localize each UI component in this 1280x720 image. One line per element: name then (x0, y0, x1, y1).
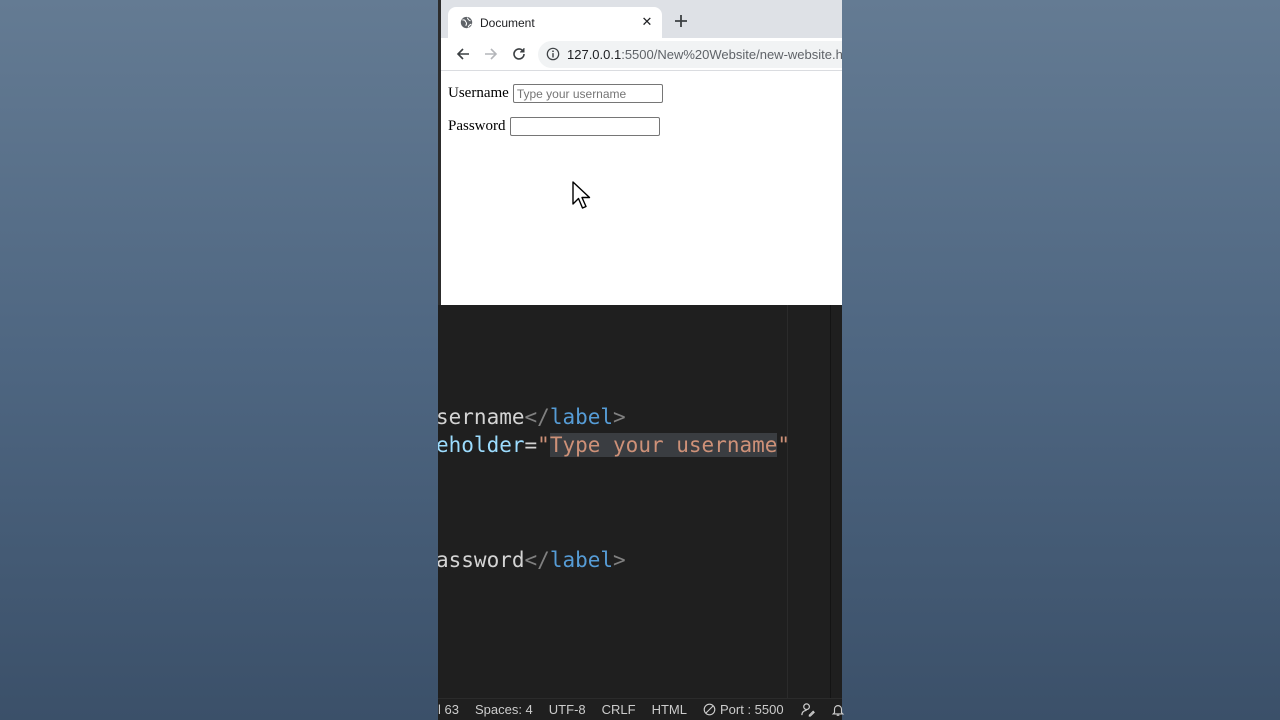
page-content: Username Password (441, 72, 842, 305)
code-punc: </ (524, 548, 550, 572)
url-text: 127.0.0.1:5500/New%20Website/new-website… (567, 47, 842, 62)
username-row: Username (448, 84, 663, 103)
globe-icon (460, 16, 473, 32)
minimap-divider (787, 305, 788, 698)
code-tag: label (549, 548, 614, 572)
left-background (0, 0, 438, 720)
reload-icon[interactable] (511, 46, 527, 62)
code-quote: " (537, 433, 550, 457)
tab-document[interactable]: Document ✕ (448, 7, 662, 38)
code-punc: </ (524, 405, 550, 429)
status-bar: l 63 Spaces: 4 UTF-8 CRLF HTML Port : 55… (438, 698, 844, 720)
code-string-selected: Type your username (549, 433, 778, 457)
forward-arrow-icon[interactable] (483, 46, 499, 62)
tab-strip: Document ✕ (441, 0, 842, 38)
password-row: Password (448, 117, 660, 136)
new-tab-icon[interactable] (672, 12, 690, 30)
url-path: :5500/New%20Website/new-website.html (621, 47, 842, 62)
feedback-icon[interactable] (792, 702, 823, 717)
status-port[interactable]: Port : 5500 (695, 702, 792, 717)
close-tab-icon[interactable]: ✕ (638, 13, 656, 31)
status-spaces[interactable]: Spaces: 4 (467, 702, 541, 717)
bell-icon[interactable] (823, 703, 853, 717)
code-attr: eholder (438, 433, 525, 457)
tab-title: Document (480, 16, 535, 30)
code-punc: > (613, 405, 626, 429)
code-tag: label (549, 405, 614, 429)
status-encoding[interactable]: UTF-8 (541, 702, 594, 717)
password-label: Password (448, 118, 506, 134)
username-input[interactable] (512, 84, 663, 103)
status-language[interactable]: HTML (644, 702, 695, 717)
scrollbar-divider (830, 305, 831, 698)
right-background (842, 0, 1280, 720)
address-bar[interactable]: 127.0.0.1:5500/New%20Website/new-website… (538, 41, 842, 68)
url-host: 127.0.0.1 (567, 47, 622, 62)
code-text: assword (438, 548, 525, 572)
code-equals: = (524, 433, 538, 457)
code-quote: " (777, 433, 791, 457)
code-line-password: assword</label> (438, 548, 626, 572)
code-text: sername (438, 405, 525, 429)
status-eol[interactable]: CRLF (594, 702, 644, 717)
code-line-username: sername</label> (438, 405, 626, 429)
info-icon[interactable] (546, 47, 560, 66)
code-editor[interactable]: sername</label> eholder="Type your usern… (438, 305, 842, 698)
mouse-cursor-icon (572, 181, 591, 209)
username-label: Username (448, 85, 509, 101)
browser-window: Document ✕ 127.0.0.1:5500/New%20Website/… (438, 0, 842, 305)
no-entry-icon (703, 703, 716, 716)
browser-toolbar: 127.0.0.1:5500/New%20Website/new-website… (441, 38, 842, 71)
code-punc: > (613, 548, 626, 572)
status-port-label: Port : 5500 (719, 702, 784, 717)
status-position[interactable]: l 63 (438, 702, 467, 717)
code-line-placeholder: eholder="Type your username" (438, 433, 790, 457)
back-arrow-icon[interactable] (455, 46, 471, 62)
password-input[interactable] (509, 117, 660, 136)
